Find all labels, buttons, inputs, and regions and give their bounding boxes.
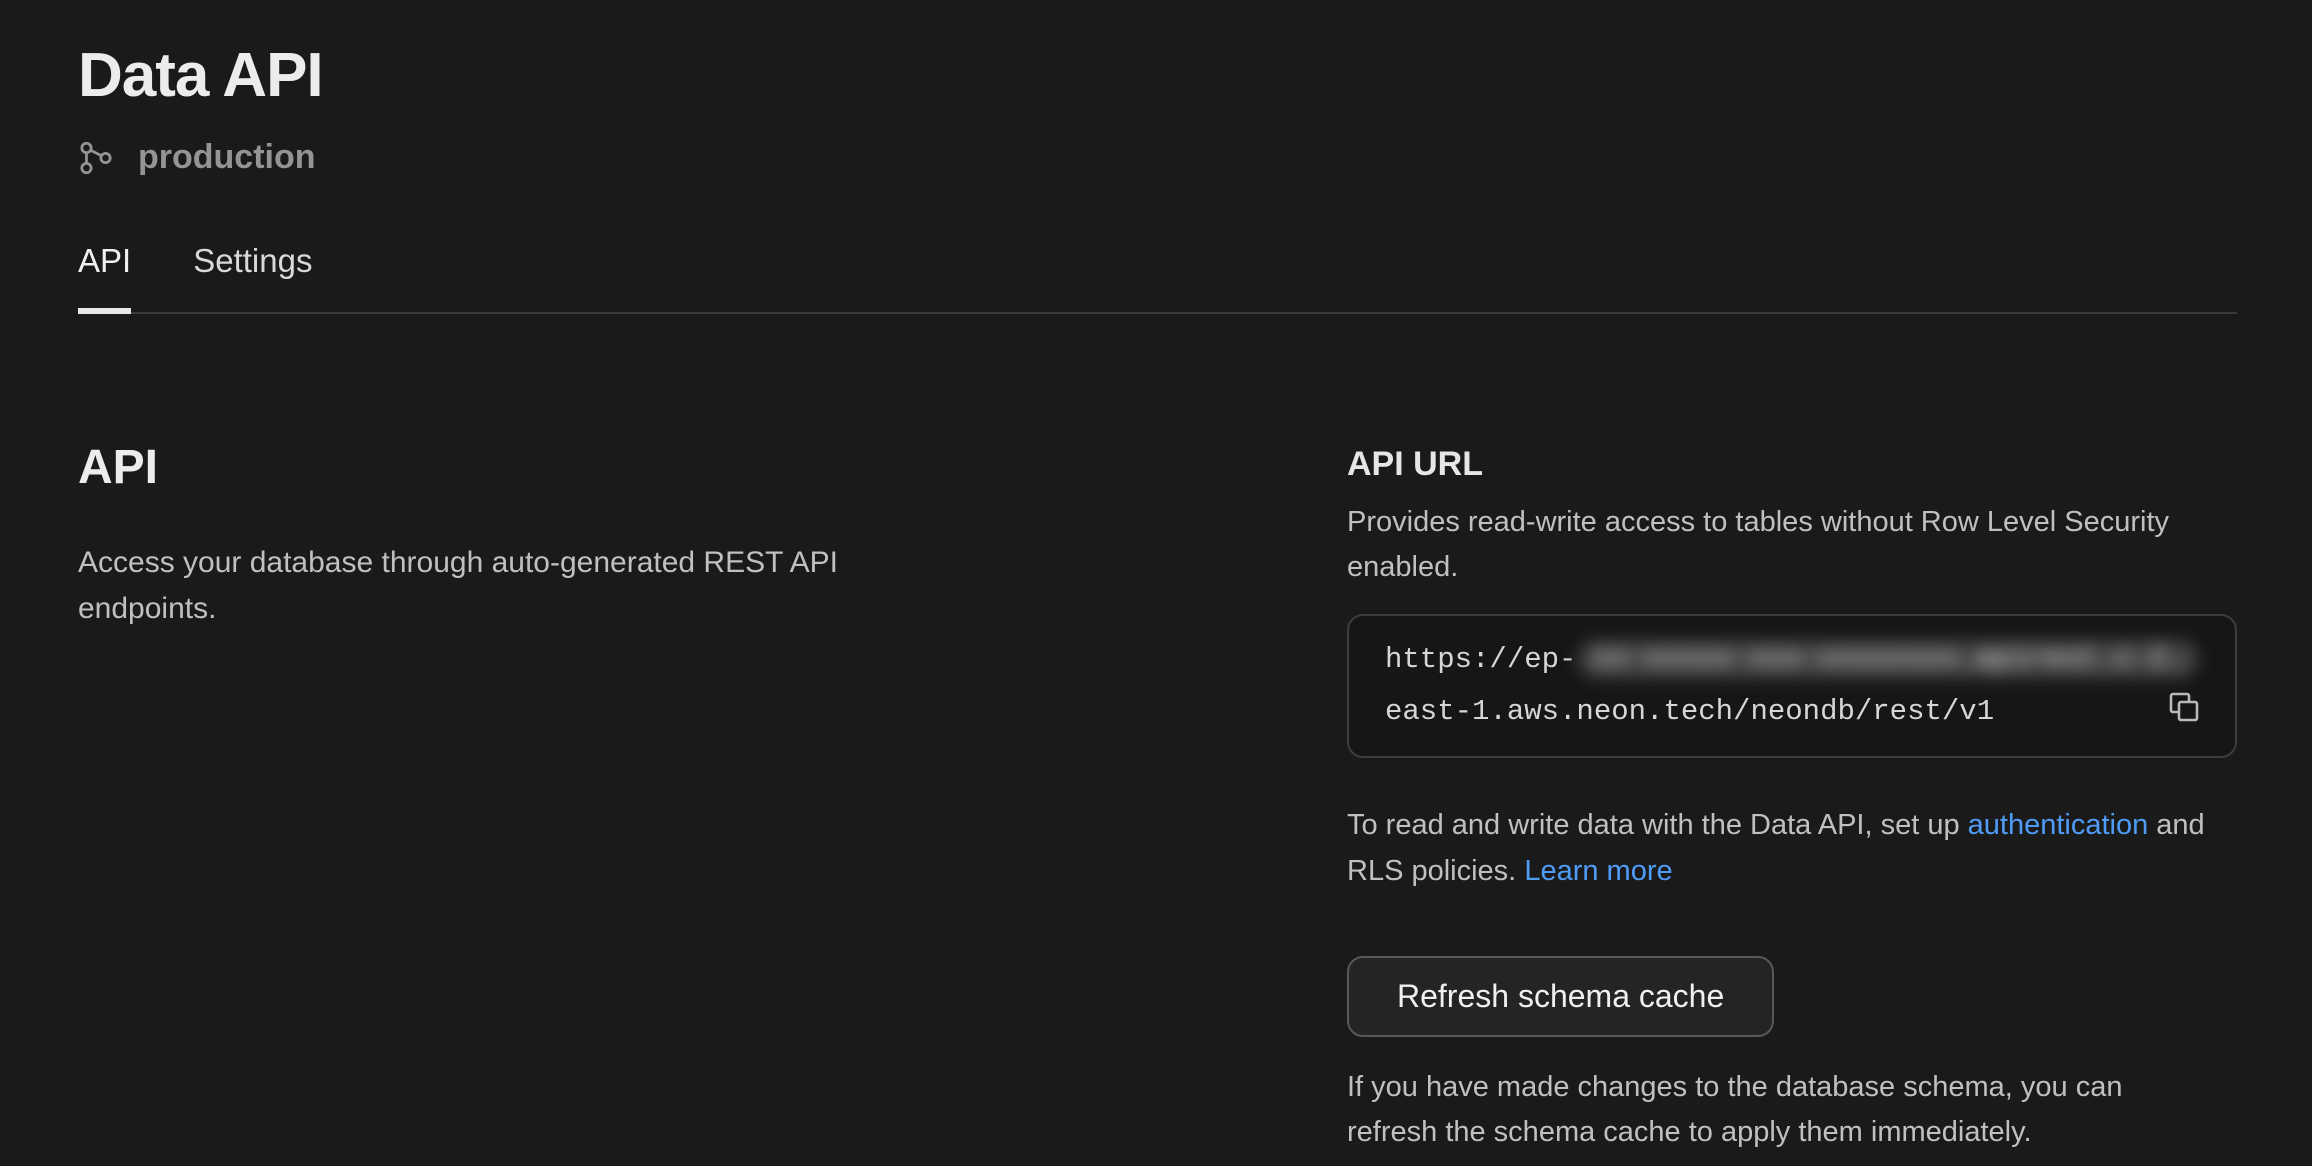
refresh-button-row: Refresh schema cache [1347, 956, 2237, 1037]
copy-icon [2165, 690, 2203, 728]
api-url-redacted: xx-xxxxx-xxx-xxxxxxxx.apirest.c-2. [1578, 640, 2198, 678]
copy-button[interactable] [2165, 690, 2203, 728]
tab-settings[interactable]: Settings [193, 241, 312, 312]
branch-icon [78, 140, 114, 176]
page-title: Data API [78, 42, 2237, 110]
api-url-box: https://ep-xx-xxxxx-xxx-xxxxxxxx.apirest… [1347, 614, 2237, 758]
learn-more-link[interactable]: Learn more [1524, 855, 1672, 887]
auth-note-text-start: To read and write data with the Data API… [1347, 809, 1968, 841]
branch-indicator: production [78, 138, 2237, 177]
api-url-prefix: https://ep- [1385, 643, 1576, 676]
api-url-line-1: https://ep-xx-xxxxx-xxx-xxxxxxxx.apirest… [1385, 634, 2199, 686]
schema-cache-description: If you have made changes to the database… [1347, 1065, 2217, 1155]
tab-api[interactable]: API [78, 241, 131, 314]
auth-note: To read and write data with the Data API… [1347, 802, 2237, 894]
api-url-section: API URL Provides read-write access to ta… [1347, 442, 2237, 1155]
branch-name: production [138, 138, 316, 177]
api-section: API Access your database through auto-ge… [78, 442, 1347, 1155]
authentication-link[interactable]: authentication [1968, 809, 2149, 841]
tab-bar: API Settings [78, 241, 2237, 314]
api-url-description: Provides read-write access to tables wit… [1347, 500, 2187, 590]
api-url-line-2: east-1.aws.neon.tech/neondb/rest/v1 [1385, 686, 2199, 738]
page-header: Data API production [78, 42, 2237, 177]
main-content: API Access your database through auto-ge… [78, 314, 2237, 1155]
api-section-heading: API [78, 442, 1347, 494]
api-section-description: Access your database through auto-genera… [78, 540, 898, 632]
refresh-schema-cache-button[interactable]: Refresh schema cache [1347, 956, 1774, 1037]
data-api-page: Data API production API Settings API Acc… [0, 0, 2312, 1166]
api-url-heading: API URL [1347, 442, 2237, 486]
